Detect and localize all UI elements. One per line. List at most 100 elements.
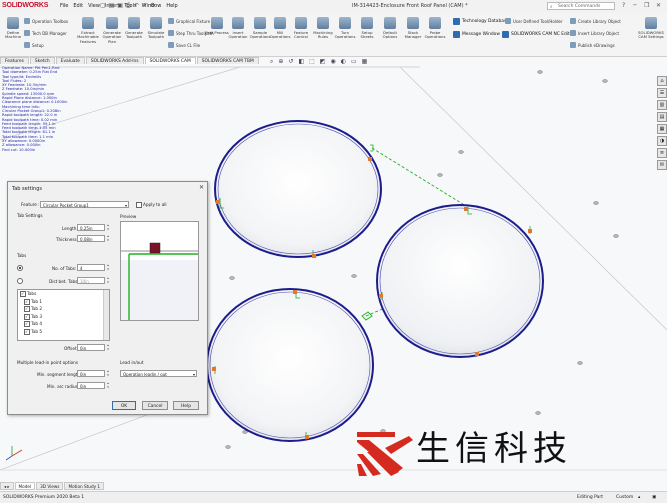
appearances-icon[interactable]: ◑ [657,136,667,146]
message-window-button[interactable]: Message Window [453,31,500,38]
dialog-close-icon[interactable]: ✕ [199,184,204,191]
open-icon[interactable]: ▤ [109,2,115,10]
user-defined-tool-button[interactable]: User Defined Tool/Holder [505,18,563,24]
info-line: Find cut: 10.000in [2,147,36,152]
cancel-button[interactable]: Cancel [142,401,168,410]
default-options-button[interactable]: Default Options [378,15,402,51]
menu-view[interactable]: View [88,3,100,9]
create-library-object-button[interactable]: Create Library Object [570,18,621,24]
min-arc-input[interactable]: 0in [77,382,105,389]
feature-select[interactable]: Circular Pocket Group1 [40,201,129,209]
offset-input[interactable]: 0in [77,344,105,351]
generate-toolpath-button[interactable]: Generate Toolpath [122,15,146,51]
list-item[interactable]: Tab 3 [18,313,109,320]
menu-edit[interactable]: Edit [73,3,83,9]
library-insert-icon [570,30,576,36]
tab-motion-study[interactable]: Motion Study 1 [64,482,105,490]
tab-evaluate[interactable]: Evaluate [55,57,85,64]
pocket-disc-2[interactable] [376,204,544,358]
ok-button[interactable]: OK [112,401,136,410]
nc-editor-button[interactable]: SOLIDWORKS CAM NC Editor [502,31,574,38]
print-icon[interactable]: ⎙ [126,2,131,10]
turn-operations-button[interactable]: Turn Operations [333,15,357,51]
library-icon[interactable]: ▥ [657,100,667,110]
help-button[interactable]: Help [173,401,199,410]
rebuild-icon[interactable]: ⚙ [150,2,155,10]
pocket-disc-3[interactable] [206,288,374,442]
nav-arrows-icon[interactable]: ◂ ▸ [0,482,14,490]
status-units[interactable]: Custom [616,495,633,500]
probe-operations-button[interactable]: Probe Operations [423,15,447,51]
tab-features[interactable]: Features [0,57,29,64]
close-icon[interactable]: ✕ [656,2,661,9]
min-segment-spinner[interactable]: ▴ ▾ [106,369,110,377]
offset-spinner[interactable]: ▴ ▾ [106,343,110,351]
length-spinner[interactable]: ▴ ▾ [106,223,110,231]
leadinout-select[interactable]: Operation leadin / out [120,370,197,378]
pocket-disc-1[interactable] [214,120,382,258]
help-icon[interactable]: ? [622,2,625,9]
stock-manager-button[interactable]: Stock Manager [401,15,425,51]
setup-sheets-button[interactable]: Setup Sheets [355,15,379,51]
minimize-icon[interactable]: ─ [633,2,637,9]
dist-between-tabs-radio[interactable] [17,278,24,284]
list-header[interactable]: Tabs [18,290,109,298]
no-of-tabs-spinner[interactable]: ▴ ▾ [106,263,110,271]
define-machine-button[interactable]: Define Machine [1,15,25,51]
select-icon[interactable]: ➚ [142,2,147,10]
resources-icon[interactable]: ☰ [657,88,667,98]
view-palette-icon[interactable]: ▦ [657,124,667,134]
save-icon[interactable]: ▣ [117,2,123,10]
dist-between-tabs-input[interactable]: 10in [77,277,105,284]
no-of-tabs-radio[interactable] [17,265,24,271]
dist-between-tabs-spinner[interactable]: ▴ ▾ [106,276,110,284]
list-item[interactable]: Tab 1 [18,298,109,305]
restore-icon[interactable]: ❐ [644,2,649,9]
thickness-spinner[interactable]: ▴ ▾ [106,234,110,242]
tab-solidworks-cam[interactable]: SOLIDWORKS CAM [144,57,196,64]
setup-button[interactable]: Setup [24,42,44,48]
graphical-fixture-button[interactable]: Graphical Fixture [168,18,210,24]
menu-file[interactable]: File [60,3,68,9]
no-of-tabs-input[interactable]: 4 [77,264,105,271]
solidworks-logo[interactable]: SOLIDWORKS [2,2,48,9]
save-cl-file-button[interactable]: Save CL File [168,42,200,48]
extract-machinable-features-button[interactable]: Extract Machinable Features [76,15,100,51]
list-item[interactable]: Tab 5 [18,328,109,335]
status-expand-icon[interactable]: ▣ [652,495,656,500]
tab-3d-views[interactable]: 3D Views [36,482,64,490]
search-input[interactable]: ⌕ Search Commands [547,2,615,10]
custom-properties-icon[interactable]: ≡ [657,148,667,158]
apply-to-all-checkbox[interactable]: Apply to all [136,202,167,208]
quick-access-toolbar: ▢ ▤ ▣ ⎙ ↶ ➚ ⚙ [100,2,155,10]
tab-addins[interactable]: SOLIDWORKS Add-Ins [85,57,144,64]
thickness-input[interactable]: 0.08in [77,235,105,242]
min-arc-spinner[interactable]: ▴ ▾ [106,381,110,389]
publish-edrawings-button[interactable]: Publish eDrawings [570,42,615,48]
menu-help[interactable]: Help [166,3,177,9]
units-dropdown-icon[interactable]: ▴ [638,495,640,500]
simulate-toolpath-button[interactable]: Simulate Toolpath [144,15,168,51]
forum-icon[interactable]: ✉ [657,160,667,170]
file-explorer-icon[interactable]: ▤ [657,112,667,122]
tech-db-manager-button[interactable]: Tech DB Manager [24,30,67,36]
generate-operation-plan-button[interactable]: Generate Operation Plan [100,15,124,51]
tab-model[interactable]: Model [14,482,36,490]
operation-toolbox-button[interactable]: Operation Toolbox [24,18,68,24]
machining-rules-button[interactable]: Machining Rules [311,15,335,51]
home-icon[interactable]: ⌂ [657,76,667,86]
undo-icon[interactable]: ↶ [134,2,139,10]
length-input[interactable]: 0.25in [77,224,105,231]
tab-solidworks-cam-tbm[interactable]: SOLIDWORKS CAM TBM [196,57,259,64]
tab-sketch[interactable]: Sketch [29,57,55,64]
insert-library-object-button[interactable]: Insert Library Object [570,30,619,36]
new-icon[interactable]: ▢ [100,2,106,10]
min-segment-input[interactable]: 0in [77,370,105,377]
list-item[interactable]: Tab 4 [18,320,109,328]
feature-control-button[interactable]: Feature Control [289,15,313,51]
list-item[interactable]: Tab 2 [18,305,109,313]
cam-settings-button[interactable]: SOLIDWORKS CAM Settings [637,15,665,51]
technology-database-button[interactable]: Technology Database [453,18,509,25]
insert-operation-button[interactable]: Insert Operation [226,15,250,51]
list-scrollbar[interactable] [103,290,109,340]
